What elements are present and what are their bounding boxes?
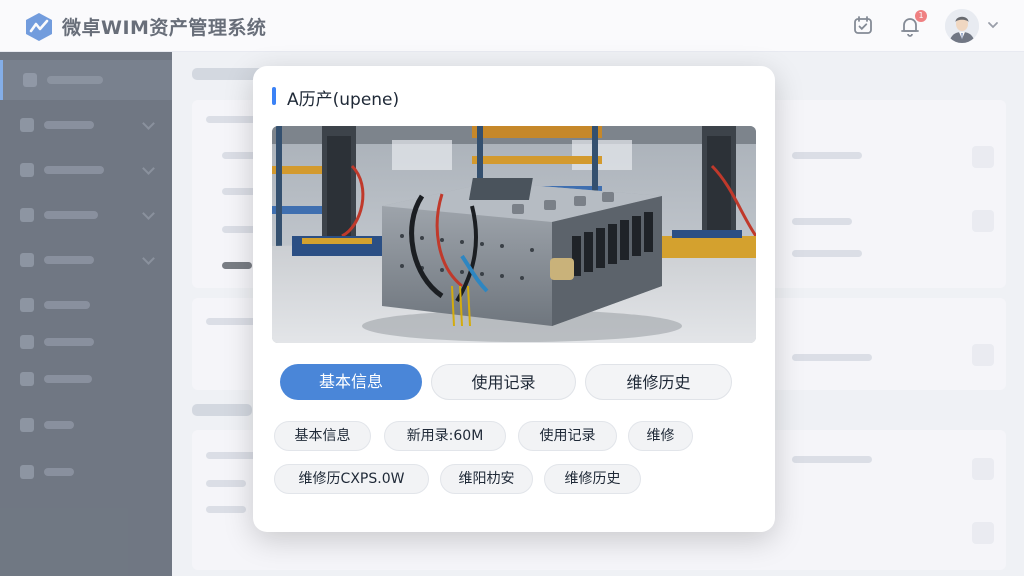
chip-basic-info[interactable]: 基本信息 <box>274 421 371 451</box>
asset-photo <box>272 126 756 343</box>
modal-title: A历产(upene) <box>287 90 400 110</box>
title-accent-bar <box>272 87 276 105</box>
chip-repair[interactable]: 维修 <box>628 421 693 451</box>
tab-basic-info[interactable]: 基本信息 <box>280 364 422 400</box>
asset-detail-modal: A历产(upene) 基本信息 使用记录 维修历史 基本信息 新用录:60M 使… <box>253 66 775 532</box>
tab-usage-records[interactable]: 使用记录 <box>431 364 576 400</box>
chip-repair-history[interactable]: 维修历史 <box>544 464 641 494</box>
chip-repair-status[interactable]: 维阳朸安 <box>440 464 533 494</box>
chip-new-record[interactable]: 新用录:60M <box>384 421 506 451</box>
tab-repair-history[interactable]: 维修历史 <box>585 364 732 400</box>
chip-usage-records[interactable]: 使用记录 <box>518 421 617 451</box>
chip-repair-history-code[interactable]: 维修历CXPS.0W <box>274 464 429 494</box>
